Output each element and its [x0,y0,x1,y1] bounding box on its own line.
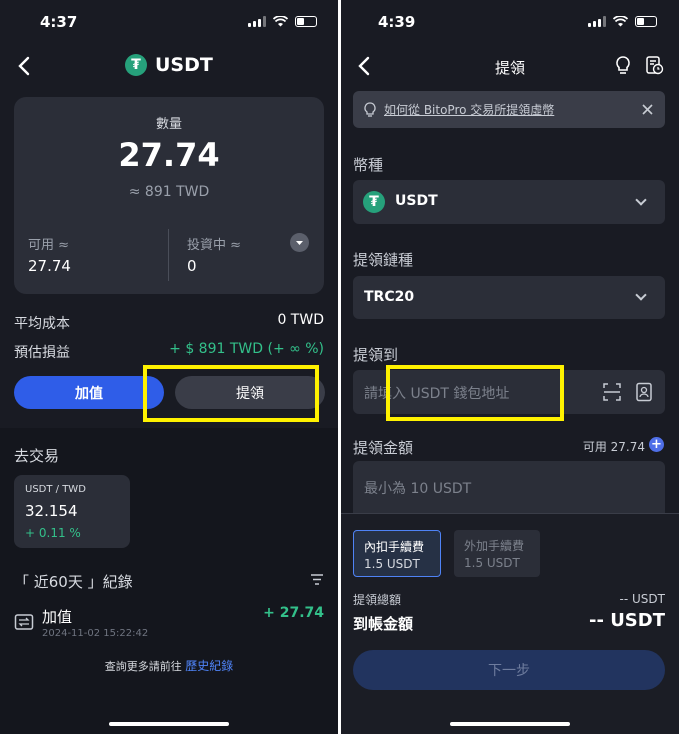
home-indicator [109,722,229,726]
add-icon[interactable]: + [649,437,664,452]
deposit-label: 加值 [75,385,103,402]
banner-link[interactable]: 如何從 BitoPro 交易所提領虛幣 [384,101,554,118]
record-amount: + 27.74 [263,605,324,621]
deposit-record-icon [14,614,34,630]
amount-label: 提領金額 [353,439,414,457]
record-time: 2024-11-02 15:22:42 [42,628,149,639]
summary-sheet: 內扣手續費 1.5 USDT 外加手續費 1.5 USDT 提領總額 -- US… [341,513,679,734]
amount-input[interactable]: 最小為 10 USDT [353,461,665,513]
history-icon[interactable] [644,55,664,75]
receive-label: 到帳金額 [353,615,414,633]
home-indicator [450,722,570,726]
pair-change: + 0.11 % [25,526,81,540]
fee-external-option[interactable]: 外加手續費 1.5 USDT [454,530,540,577]
chevron-down-icon [635,289,647,301]
next-label: 下一步 [488,663,530,679]
chain-value: TRC20 [364,289,415,305]
record-title: 加值 [42,608,73,626]
battery-icon [295,16,317,27]
total-label: 提領總額 [353,593,402,607]
trade-heading: 去交易 [14,447,60,465]
history-link[interactable]: 歷史紀錄 [185,659,233,673]
pair-price: 32.154 [25,502,78,520]
more-records: 查詢更多請前往 歷史紀錄 [0,657,338,674]
withdraw-screen: 4:39 提領 如何從 BitoPro 交易所提領虛幣 幣種 ₮ USDT 提領… [341,0,679,734]
deposit-button[interactable]: 加值 [14,376,164,409]
help-banner[interactable]: 如何從 BitoPro 交易所提領虛幣 [353,91,665,128]
investing-label: 投資中 ≈ [187,238,242,253]
filter-icon[interactable] [311,574,323,585]
investing-dropdown-icon[interactable] [290,233,309,252]
signal-icon [588,16,606,27]
pnl-label: 預估損益 [14,345,70,361]
receive-value: -- USDT [588,610,665,631]
withdraw-to-label: 提領到 [353,346,399,364]
asset-detail-screen: 4:37 ₮ USDT 數量 27.74 ≈ 891 TWD 可用 ≈ 27.7… [0,0,338,734]
pair-label: USDT / TWD [25,484,86,495]
lightbulb-icon [364,102,376,117]
quantity-value: 27.74 [118,136,220,174]
quantity-twd: ≈ 891 TWD [128,184,210,200]
next-button[interactable]: 下一步 [353,650,665,690]
avg-cost-label: 平均成本 [14,316,70,332]
investing-value: 0 [187,257,197,275]
chain-label: 提領鏈種 [353,251,414,269]
wifi-icon [613,16,628,27]
usdt-coin-icon: ₮ [125,54,147,76]
quantity-label: 數量 [155,117,182,132]
more-text: 查詢更多請前往 [104,660,182,673]
chevron-down-icon [635,194,647,206]
available-label: 可用 ≈ [28,238,70,253]
currency-select[interactable]: ₮ USDT [353,180,665,224]
status-time: 4:37 [40,13,78,31]
divider [168,229,169,281]
amount-placeholder: 最小為 10 USDT [364,481,472,497]
page-header: ₮ USDT [125,54,213,76]
available-text: 可用 27.74 [582,440,645,454]
currency-value: USDT [395,193,438,209]
balance-card: 數量 27.74 ≈ 891 TWD 可用 ≈ 27.74 投資中 ≈ 0 [14,97,324,294]
highlight-withdraw [143,365,319,422]
battery-icon [635,16,657,27]
available-value: 27.74 [28,257,71,275]
lightbulb-icon[interactable] [614,55,632,75]
status-icons [248,16,317,27]
trade-pair-card[interactable]: USDT / TWD 32.154 + 0.11 % [14,475,130,548]
total-value: -- USDT [619,592,665,606]
fee-external-value: 1.5 USDT [464,556,520,570]
usdt-coin-icon: ₮ [363,191,385,213]
pnl-value: + $ 891 TWD (+ ∞ %) [169,341,324,357]
fee-internal-value: 1.5 USDT [364,557,420,571]
address-book-icon[interactable] [635,382,653,402]
fee-internal-label: 內扣手續費 [364,540,425,554]
fee-internal-option[interactable]: 內扣手續費 1.5 USDT [353,530,441,577]
fee-external-label: 外加手續費 [464,539,525,553]
back-icon[interactable] [17,56,31,76]
wifi-icon [273,16,288,27]
status-time: 4:39 [378,13,416,31]
records-heading: 「 近60天 」紀錄 [14,573,133,591]
scan-icon[interactable] [603,383,621,401]
signal-icon [248,16,266,27]
chain-select[interactable]: TRC20 [353,276,665,319]
highlight-address [386,365,564,421]
avg-cost-value: 0 TWD [277,312,324,328]
close-icon[interactable] [642,104,653,115]
status-icons [588,16,657,27]
currency-label: 幣種 [353,156,384,174]
page-title: USDT [155,54,213,76]
